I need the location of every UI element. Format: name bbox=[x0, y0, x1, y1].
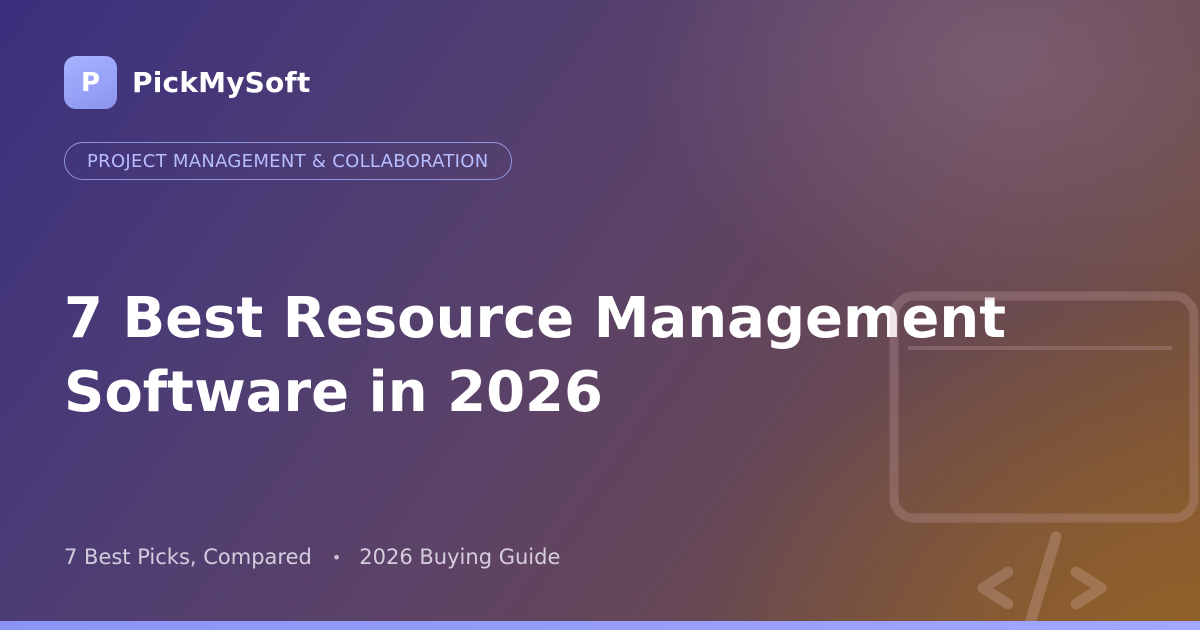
og-card: P PickMySoft PROJECT MANAGEMENT & COLLAB… bbox=[0, 0, 1200, 630]
brand-logo-icon: P bbox=[64, 56, 117, 109]
brand-logo-letter: P bbox=[80, 67, 101, 98]
subline-picks: 7 Best Picks, Compared bbox=[64, 545, 312, 569]
code-window-icon bbox=[889, 291, 1199, 630]
accent-bar bbox=[0, 621, 1200, 630]
subline-separator: • bbox=[331, 547, 342, 567]
category-badge: PROJECT MANAGEMENT & COLLABORATION bbox=[64, 142, 512, 180]
brand-name: PickMySoft bbox=[132, 66, 311, 99]
brand: P PickMySoft bbox=[64, 56, 310, 109]
subline-guide: 2026 Buying Guide bbox=[359, 545, 561, 569]
subline: 7 Best Picks, Compared • 2026 Buying Gui… bbox=[64, 545, 560, 569]
